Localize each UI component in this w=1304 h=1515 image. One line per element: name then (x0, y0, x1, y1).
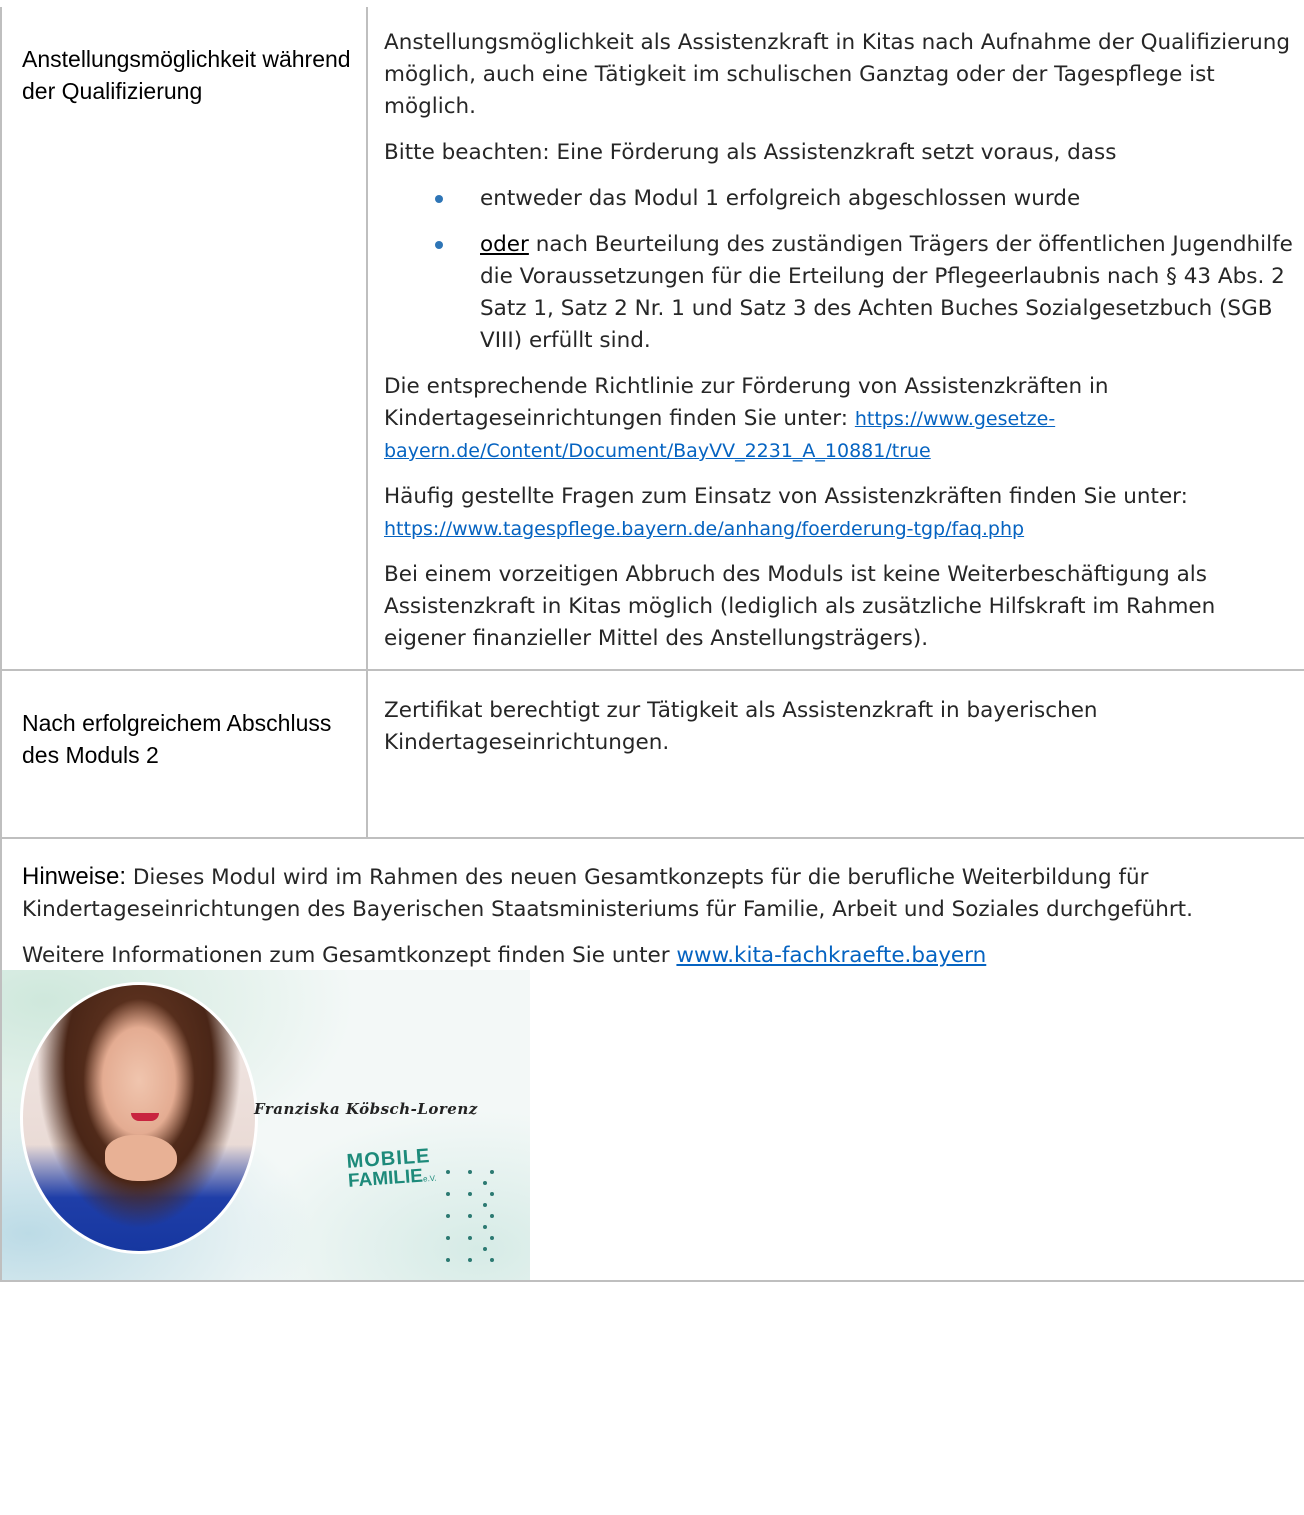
document-page: Anstellungsmöglichkeit während der Quali… (0, 0, 1304, 1515)
logo-word: FAMILIE (347, 1165, 424, 1192)
paragraph-guideline: Die entsprechende Richtlinie zur Förderu… (384, 371, 1294, 467)
row-label-completion: Nach erfolgreichem Abschluss des Moduls … (22, 710, 332, 768)
decorative-dot (446, 1192, 450, 1196)
info-table: Anstellungsmöglichkeit während der Quali… (0, 7, 1304, 1282)
trainer-banner-image: Franziska Köbsch-Lorenz MOBILE FAMILIEe.… (2, 970, 530, 1280)
decorative-dot (490, 1236, 494, 1240)
list-item: oder nach Beurteilung des zuständigen Tr… (435, 229, 1294, 357)
paragraph-employment-option: Anstellungsmöglichkeit als Assistenzkraf… (384, 30, 1291, 119)
paragraph-abort-note: Bei einem vorzeitigen Abbruch des Moduls… (384, 562, 1216, 651)
decorative-dot (446, 1258, 450, 1262)
more-info-text: Weitere Informationen zum Gesamtkonzept … (22, 943, 677, 968)
row-label-employment: Anstellungsmöglichkeit während der Quali… (22, 46, 351, 104)
hints-cell: Hinweise: Dieses Modul wird im Rahmen de… (0, 837, 1304, 1282)
portrait-detail (105, 1135, 177, 1181)
hints-content: Hinweise: Dieses Modul wird im Rahmen de… (2, 839, 1304, 972)
completion-content: Zertifikat berechtigt zur Tätigkeit als … (368, 671, 1304, 759)
decorative-dot (446, 1214, 450, 1218)
mobile-familie-logo: MOBILE FAMILIEe.V. (346, 1144, 460, 1212)
decorative-dot (468, 1214, 472, 1218)
list-item: entweder das Modul 1 erfolgreich abgesch… (435, 183, 1294, 215)
decorative-dot (483, 1247, 487, 1251)
kita-fachkraefte-link[interactable]: www.kita-fachkraefte.bayern (676, 943, 986, 968)
decorative-dot (446, 1236, 450, 1240)
decorative-dot (483, 1181, 487, 1185)
content-cell: Zertifikat berechtigt zur Tätigkeit als … (366, 669, 1304, 839)
decorative-dot (483, 1225, 487, 1229)
decorative-dot (490, 1214, 494, 1218)
table-row-completion: Nach erfolgreichem Abschluss des Moduls … (0, 669, 1304, 839)
paragraph-more-info: Weitere Informationen zum Gesamtkonzept … (22, 940, 1290, 972)
paragraph-faq: Häufig gestellte Fragen zum Einsatz von … (384, 481, 1294, 545)
faq-text: Häufig gestellte Fragen zum Einsatz von … (384, 484, 1188, 509)
content-cell: Anstellungsmöglichkeit als Assistenzkraf… (366, 7, 1304, 671)
decorative-dot (468, 1192, 472, 1196)
bullet-icon (435, 241, 443, 249)
decorative-dot (468, 1170, 472, 1174)
decorative-dot (490, 1192, 494, 1196)
trainer-signature: Franziska Köbsch-Lorenz (254, 1100, 478, 1118)
decorative-dots (446, 1170, 530, 1280)
decorative-dot (468, 1236, 472, 1240)
employment-content: Anstellungsmöglichkeit als Assistenzkraf… (368, 7, 1304, 655)
logo-line: FAMILIEe.V. (347, 1164, 458, 1195)
decorative-dot (483, 1203, 487, 1207)
decorative-dot (468, 1258, 472, 1262)
faq-link[interactable]: https://www.tagespflege.bayern.de/anhang… (384, 518, 1024, 540)
hints-text: Dieses Modul wird im Rahmen des neuen Ge… (22, 865, 1193, 922)
trainer-portrait-photo (20, 982, 258, 1254)
list-item-text: nach Beurteilung des zuständigen Trägers… (480, 232, 1293, 353)
requirements-list: entweder das Modul 1 erfolgreich abgesch… (384, 183, 1294, 357)
label-cell: Anstellungsmöglichkeit während der Quali… (0, 7, 368, 671)
portrait-detail (131, 1113, 159, 1121)
paragraph-note: Bitte beachten: Eine Förderung als Assis… (384, 140, 1117, 165)
table-row-hints: Hinweise: Dieses Modul wird im Rahmen de… (0, 837, 1304, 1282)
emphasis-oder: oder (480, 232, 529, 257)
label-cell: Nach erfolgreichem Abschluss des Moduls … (0, 669, 368, 839)
bullet-icon (435, 195, 443, 203)
paragraph-certificate: Zertifikat berechtigt zur Tätigkeit als … (384, 698, 1098, 755)
decorative-dot (490, 1258, 494, 1262)
paragraph-hints: Hinweise: Dieses Modul wird im Rahmen de… (22, 861, 1290, 926)
table-row-employment: Anstellungsmöglichkeit während der Quali… (0, 7, 1304, 671)
list-item-text: entweder das Modul 1 erfolgreich abgesch… (480, 186, 1081, 211)
decorative-dot (446, 1170, 450, 1174)
decorative-dot (490, 1170, 494, 1174)
hints-title: Hinweise: (22, 863, 127, 890)
logo-suffix: e.V. (422, 1173, 437, 1184)
